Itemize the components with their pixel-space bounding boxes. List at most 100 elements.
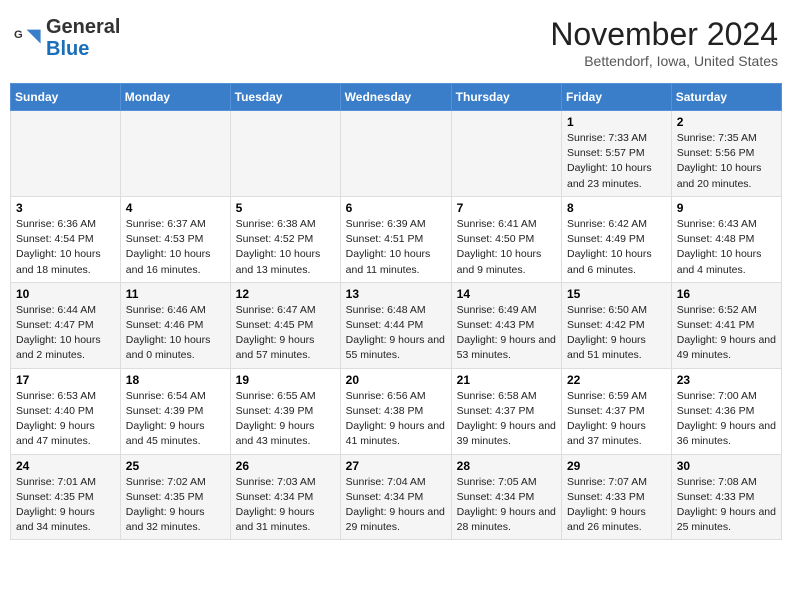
day-number: 30 xyxy=(677,459,776,473)
day-info: Sunrise: 6:42 AMSunset: 4:49 PMDaylight:… xyxy=(567,217,666,278)
calendar-cell: 25 Sunrise: 7:02 AMSunset: 4:35 PMDayligh… xyxy=(120,454,230,540)
logo-general: General xyxy=(46,16,120,38)
calendar-cell: 15 Sunrise: 6:50 AMSunset: 4:42 PMDayligh… xyxy=(562,282,672,368)
calendar-cell: 22 Sunrise: 6:59 AMSunset: 4:37 PMDayligh… xyxy=(562,368,672,454)
day-of-week-header: Wednesday xyxy=(340,84,451,111)
day-number: 21 xyxy=(457,373,556,387)
logo-text: General Blue xyxy=(46,16,120,60)
calendar-cell: 2 Sunrise: 7:35 AMSunset: 5:56 PMDaylight… xyxy=(671,111,781,197)
day-info: Sunrise: 6:59 AMSunset: 4:37 PMDaylight:… xyxy=(567,389,666,450)
day-number: 18 xyxy=(126,373,225,387)
calendar-cell: 9 Sunrise: 6:43 AMSunset: 4:48 PMDaylight… xyxy=(671,196,781,282)
day-number: 10 xyxy=(16,287,115,301)
day-info: Sunrise: 6:41 AMSunset: 4:50 PMDaylight:… xyxy=(457,217,556,278)
day-info: Sunrise: 6:37 AMSunset: 4:53 PMDaylight:… xyxy=(126,217,225,278)
day-info: Sunrise: 6:54 AMSunset: 4:39 PMDaylight:… xyxy=(126,389,225,450)
day-number: 28 xyxy=(457,459,556,473)
calendar-cell: 3 Sunrise: 6:36 AMSunset: 4:54 PMDaylight… xyxy=(11,196,121,282)
calendar-cell: 29 Sunrise: 7:07 AMSunset: 4:33 PMDayligh… xyxy=(562,454,672,540)
day-info: Sunrise: 6:55 AMSunset: 4:39 PMDaylight:… xyxy=(236,389,335,450)
day-number: 7 xyxy=(457,201,556,215)
logo-blue: Blue xyxy=(46,38,89,60)
day-number: 15 xyxy=(567,287,666,301)
day-number: 26 xyxy=(236,459,335,473)
calendar-week-row: 17Sunrise: 6:53 AMSunset: 4:40 PMDayligh… xyxy=(11,368,782,454)
day-number: 5 xyxy=(236,201,335,215)
day-of-week-header: Tuesday xyxy=(230,84,340,111)
day-of-week-header: Friday xyxy=(562,84,672,111)
calendar-cell: 7 Sunrise: 6:41 AMSunset: 4:50 PMDaylight… xyxy=(451,196,561,282)
day-info: Sunrise: 6:43 AMSunset: 4:48 PMDaylight:… xyxy=(677,217,776,278)
day-info: Sunrise: 7:04 AMSunset: 4:34 PMDaylight:… xyxy=(346,475,446,536)
day-number: 9 xyxy=(677,201,776,215)
calendar-cell: 23Sunrise: 7:00 AMSunset: 4:36 PMDayligh… xyxy=(671,368,781,454)
day-number: 2 xyxy=(677,115,776,129)
logo-icon: G xyxy=(14,24,42,52)
calendar-cell: 5 Sunrise: 6:38 AMSunset: 4:52 PMDaylight… xyxy=(230,196,340,282)
calendar: SundayMondayTuesdayWednesdayThursdayFrid… xyxy=(10,83,782,540)
logo: G General Blue xyxy=(14,16,120,60)
day-number: 13 xyxy=(346,287,446,301)
calendar-cell: 8 Sunrise: 6:42 AMSunset: 4:49 PMDaylight… xyxy=(562,196,672,282)
day-number: 27 xyxy=(346,459,446,473)
calendar-cell: 28 Sunrise: 7:05 AMSunset: 4:34 PMDayligh… xyxy=(451,454,561,540)
day-info: Sunrise: 6:46 AMSunset: 4:46 PMDaylight:… xyxy=(126,303,225,364)
day-of-week-header: Thursday xyxy=(451,84,561,111)
calendar-cell xyxy=(340,111,451,197)
day-info: Sunrise: 7:00 AMSunset: 4:36 PMDaylight:… xyxy=(677,389,776,450)
calendar-cell: 16 Sunrise: 6:52 AMSunset: 4:41 PMDayligh… xyxy=(671,282,781,368)
day-info: Sunrise: 6:36 AMSunset: 4:54 PMDaylight:… xyxy=(16,217,115,278)
day-info: Sunrise: 6:49 AMSunset: 4:43 PMDaylight:… xyxy=(457,303,556,364)
day-number: 6 xyxy=(346,201,446,215)
calendar-week-row: 10Sunrise: 6:44 AMSunset: 4:47 PMDayligh… xyxy=(11,282,782,368)
day-number: 8 xyxy=(567,201,666,215)
calendar-week-row: 1 Sunrise: 7:33 AMSunset: 5:57 PMDaylight… xyxy=(11,111,782,197)
day-info: Sunrise: 7:03 AMSunset: 4:34 PMDaylight:… xyxy=(236,475,335,536)
day-info: Sunrise: 6:38 AMSunset: 4:52 PMDaylight:… xyxy=(236,217,335,278)
day-number: 1 xyxy=(567,115,666,129)
day-number: 16 xyxy=(677,287,776,301)
calendar-cell: 18 Sunrise: 6:54 AMSunset: 4:39 PMDayligh… xyxy=(120,368,230,454)
day-number: 29 xyxy=(567,459,666,473)
calendar-cell: 19 Sunrise: 6:55 AMSunset: 4:39 PMDayligh… xyxy=(230,368,340,454)
day-info: Sunrise: 6:48 AMSunset: 4:44 PMDaylight:… xyxy=(346,303,446,364)
calendar-cell: 26 Sunrise: 7:03 AMSunset: 4:34 PMDayligh… xyxy=(230,454,340,540)
day-info: Sunrise: 6:56 AMSunset: 4:38 PMDaylight:… xyxy=(346,389,446,450)
svg-text:G: G xyxy=(14,29,23,41)
day-info: Sunrise: 6:39 AMSunset: 4:51 PMDaylight:… xyxy=(346,217,446,278)
day-number: 4 xyxy=(126,201,225,215)
day-info: Sunrise: 7:07 AMSunset: 4:33 PMDaylight:… xyxy=(567,475,666,536)
day-info: Sunrise: 7:02 AMSunset: 4:35 PMDaylight:… xyxy=(126,475,225,536)
calendar-week-row: 24 Sunrise: 7:01 AMSunset: 4:35 PMDayligh… xyxy=(11,454,782,540)
day-info: Sunrise: 7:05 AMSunset: 4:34 PMDaylight:… xyxy=(457,475,556,536)
calendar-cell: 21 Sunrise: 6:58 AMSunset: 4:37 PMDayligh… xyxy=(451,368,561,454)
day-info: Sunrise: 6:58 AMSunset: 4:37 PMDaylight:… xyxy=(457,389,556,450)
calendar-cell: 6 Sunrise: 6:39 AMSunset: 4:51 PMDaylight… xyxy=(340,196,451,282)
day-info: Sunrise: 7:35 AMSunset: 5:56 PMDaylight:… xyxy=(677,131,776,192)
calendar-cell xyxy=(11,111,121,197)
header: G General Blue November 2024 Bettendorf,… xyxy=(10,10,782,75)
calendar-cell: 11Sunrise: 6:46 AMSunset: 4:46 PMDayligh… xyxy=(120,282,230,368)
day-number: 12 xyxy=(236,287,335,301)
calendar-cell: 10Sunrise: 6:44 AMSunset: 4:47 PMDayligh… xyxy=(11,282,121,368)
day-number: 24 xyxy=(16,459,115,473)
calendar-cell: 4 Sunrise: 6:37 AMSunset: 4:53 PMDaylight… xyxy=(120,196,230,282)
day-number: 22 xyxy=(567,373,666,387)
calendar-cell: 17Sunrise: 6:53 AMSunset: 4:40 PMDayligh… xyxy=(11,368,121,454)
calendar-week-row: 3 Sunrise: 6:36 AMSunset: 4:54 PMDaylight… xyxy=(11,196,782,282)
day-number: 3 xyxy=(16,201,115,215)
day-info: Sunrise: 7:33 AMSunset: 5:57 PMDaylight:… xyxy=(567,131,666,192)
day-info: Sunrise: 7:08 AMSunset: 4:33 PMDaylight:… xyxy=(677,475,776,536)
calendar-cell xyxy=(451,111,561,197)
day-number: 14 xyxy=(457,287,556,301)
calendar-cell: 1 Sunrise: 7:33 AMSunset: 5:57 PMDaylight… xyxy=(562,111,672,197)
day-number: 19 xyxy=(236,373,335,387)
calendar-cell xyxy=(120,111,230,197)
day-info: Sunrise: 7:01 AMSunset: 4:35 PMDaylight:… xyxy=(16,475,115,536)
day-info: Sunrise: 6:52 AMSunset: 4:41 PMDaylight:… xyxy=(677,303,776,364)
calendar-cell: 27 Sunrise: 7:04 AMSunset: 4:34 PMDayligh… xyxy=(340,454,451,540)
day-info: Sunrise: 6:50 AMSunset: 4:42 PMDaylight:… xyxy=(567,303,666,364)
day-info: Sunrise: 6:53 AMSunset: 4:40 PMDaylight:… xyxy=(16,389,115,450)
day-number: 25 xyxy=(126,459,225,473)
calendar-cell: 24 Sunrise: 7:01 AMSunset: 4:35 PMDayligh… xyxy=(11,454,121,540)
